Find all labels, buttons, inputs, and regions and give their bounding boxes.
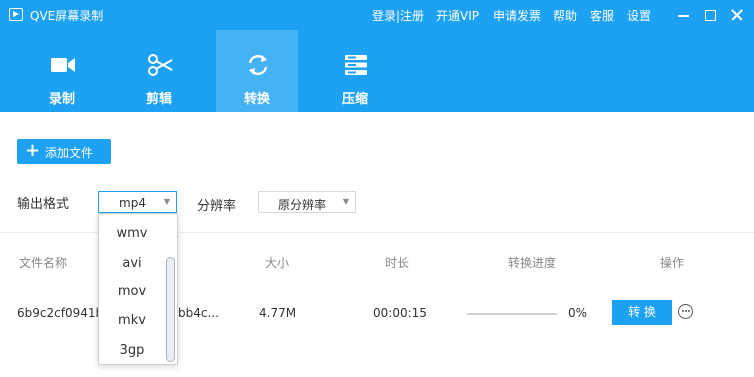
plus-icon: +	[25, 140, 41, 161]
chevron-down-icon: ▼	[342, 197, 349, 206]
resolution-select[interactable]: 原分辨率 ▼	[258, 191, 356, 213]
tab-edit[interactable]: 剪辑	[118, 30, 200, 112]
col-header-progress: 转换进度	[508, 256, 557, 270]
chevron-down-icon: ▼	[163, 197, 170, 206]
minimize-icon[interactable]	[676, 7, 692, 23]
dropdown-scrollbar[interactable]	[166, 257, 175, 362]
output-format-select[interactable]: mp4 ▼	[98, 191, 177, 213]
help-link[interactable]: 帮助	[553, 7, 577, 24]
app-title: QVE屏幕录制	[30, 9, 104, 23]
tab-label: 录制	[48, 92, 75, 107]
file-name-cell: 6b9c2cf0941b	[17, 306, 104, 320]
resolution-value: 原分辨率	[277, 198, 326, 212]
scissors-icon	[148, 54, 173, 76]
app-logo-icon	[9, 8, 23, 21]
file-name-cell-tail: bb4c...	[178, 306, 219, 320]
tab-label: 压缩	[341, 92, 368, 107]
maximize-icon[interactable]	[703, 7, 719, 23]
format-option-mkv[interactable]: mkv	[99, 313, 165, 328]
tab-label: 剪辑	[145, 92, 172, 107]
close-icon[interactable]	[729, 7, 745, 23]
output-format-label: 输出格式	[17, 197, 70, 212]
convert-button[interactable]: 转 换	[612, 300, 672, 325]
tab-label: 转换	[243, 92, 270, 107]
video-camera-icon	[51, 58, 75, 72]
add-file-button[interactable]: + 添加文件	[17, 139, 111, 164]
progress-percent: 0%	[568, 306, 588, 320]
compress-icon	[345, 55, 367, 75]
col-header-size: 大小	[265, 256, 290, 270]
format-option-3gp[interactable]: 3gp	[99, 343, 165, 358]
duration-cell: 00:00:15	[373, 306, 427, 320]
title-bar: QVE屏幕录制 登录|注册 开通VIP 申请发票 帮助 客服 设置	[0, 0, 754, 30]
app-header: QVE屏幕录制 登录|注册 开通VIP 申请发票 帮助 客服 设置 录制 剪辑	[0, 0, 754, 112]
col-header-filename: 文件名称	[19, 256, 68, 270]
tab-convert[interactable]: 转换	[216, 30, 298, 112]
format-option-avi[interactable]: avi	[99, 256, 165, 271]
invoice-link[interactable]: 申请发票	[493, 7, 541, 24]
tab-compress[interactable]: 压缩	[314, 30, 396, 112]
format-option-wmv[interactable]: wmv	[99, 226, 165, 241]
add-file-label: 添加文件	[45, 146, 94, 160]
more-options-icon[interactable]	[678, 304, 693, 319]
col-header-duration: 时长	[385, 256, 410, 270]
service-link[interactable]: 客服	[590, 7, 614, 24]
col-header-action: 操作	[660, 256, 685, 270]
login-register-link[interactable]: 登录|注册	[372, 7, 424, 24]
vip-link[interactable]: 开通VIP	[436, 7, 479, 24]
resolution-label: 分辨率	[197, 199, 237, 214]
tab-record[interactable]: 录制	[21, 30, 103, 112]
format-dropdown: wmv avi mov mkv 3gp	[98, 213, 178, 365]
progress-bar	[467, 313, 557, 315]
format-option-mov[interactable]: mov	[99, 284, 165, 299]
file-size-cell: 4.77M	[259, 306, 297, 320]
settings-link[interactable]: 设置	[627, 7, 651, 24]
convert-refresh-icon	[248, 55, 268, 75]
